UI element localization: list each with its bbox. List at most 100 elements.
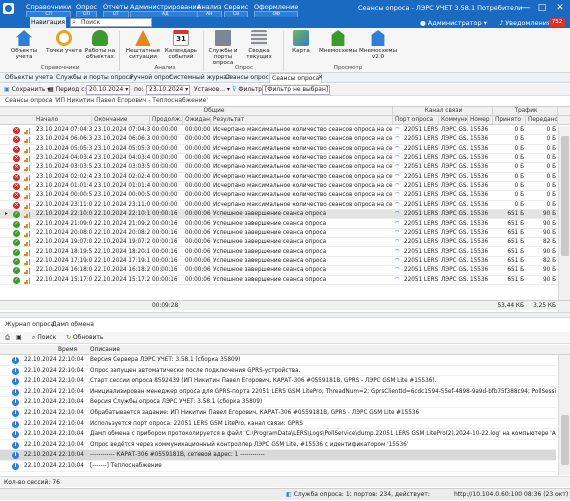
filter-select[interactable]: [Фильтр не выбран] ▾ bbox=[262, 85, 330, 101]
antenna-icon: ⌔ bbox=[394, 144, 401, 153]
cell-result: Исчерпано максимальное количество сеансо… bbox=[213, 127, 393, 133]
col-duration[interactable]: Продолж... bbox=[150, 116, 183, 125]
journal-row[interactable]: i 22.10.2024 22:10:04 Старт сессии опроса … bbox=[0, 376, 556, 387]
menu-admin[interactable]: Администрирование АД bbox=[130, 3, 201, 18]
menu-reports[interactable]: Отчеты ОТ bbox=[103, 3, 129, 18]
table-row[interactable]: 22.10.2024 21:09:0422.10.2024 21:09:2000… bbox=[0, 220, 558, 229]
ribbon-points-button[interactable]: Точки учета bbox=[44, 30, 84, 54]
table-row[interactable]: 23.10.2024 02:02:4823.10.2024 02:02:4800… bbox=[0, 173, 558, 183]
journal-scrollbar[interactable] bbox=[558, 355, 570, 475]
tab-services-ports[interactable]: Службы и порты опроса bbox=[54, 73, 135, 83]
journal-row[interactable]: i 22.10.2024 22:10:04 Опрос ведётся через … bbox=[0, 440, 556, 451]
col-description[interactable]: Описание bbox=[88, 345, 188, 354]
tab-exchange-dump[interactable]: Дамп обмена bbox=[50, 319, 96, 330]
ribbon-mnemo-v2-button[interactable]: Мнемосхемы v2.0 bbox=[358, 30, 398, 60]
date-from-input[interactable]: 20.10.2024 ▾ bbox=[86, 85, 130, 95]
table-row[interactable]: 23.10.2024 05:05:3623.10.2024 05:05:3600… bbox=[0, 145, 558, 154]
menu-appearance[interactable]: Оформление ОФ bbox=[254, 3, 299, 18]
tab-objects[interactable]: Объекты учета bbox=[3, 73, 55, 83]
journal-time: 22.10.2024 22:10:04 bbox=[24, 388, 84, 395]
ribbon-incidents-button[interactable]: Нештатные ситуации bbox=[124, 30, 162, 60]
journal-scroll-thumb[interactable] bbox=[561, 415, 569, 465]
col-start[interactable]: Начало bbox=[34, 116, 92, 125]
maximize-button[interactable]: □ bbox=[535, 2, 549, 14]
table-row[interactable]: 22.10.2024 18:19:5922.10.2024 18:20:1500… bbox=[0, 248, 558, 257]
table-row[interactable]: 22.10.2024 16:18:0922.10.2024 16:18:2500… bbox=[0, 266, 558, 276]
success-icon bbox=[13, 248, 20, 256]
tab-sessions-active[interactable]: Сеансы опроса bbox=[269, 73, 323, 83]
col-rx[interactable]: Принято bbox=[493, 116, 526, 125]
date-to-input[interactable]: 23.10.2024 ▾ bbox=[146, 85, 190, 95]
menu-label: Отчеты bbox=[103, 3, 129, 11]
save-journal-icon[interactable]: ▣ bbox=[16, 333, 22, 343]
grid-scroll-thumb[interactable] bbox=[561, 136, 569, 256]
ribbon-summary-button[interactable]: Сводка текущих bbox=[242, 30, 276, 60]
close-button[interactable]: ✕ bbox=[553, 2, 567, 14]
cell-rx: 651 Б bbox=[507, 220, 524, 227]
col-result[interactable]: Результат bbox=[211, 116, 393, 125]
journal-row[interactable]: i 22.10.2024 22:10:04 Дамп обмена с прибор… bbox=[0, 429, 556, 440]
app-icon[interactable] bbox=[3, 3, 14, 14]
total-duration: 00:09:28 bbox=[152, 303, 179, 309]
journal-row[interactable]: i 22.10.2024 22:10:04 Версия Службы опроса… bbox=[0, 397, 556, 408]
journal-row[interactable]: i 22.10.2024 22:10:04 Инициализирован мене… bbox=[0, 387, 556, 398]
table-row[interactable]: 22.10.2024 20:08:0522.10.2024 20:08:2100… bbox=[0, 229, 558, 239]
cell-start: 23.10.2024 04:03:48 bbox=[36, 155, 92, 162]
table-row[interactable]: 23.10.2024 04:03:4823.10.2024 04:03:4800… bbox=[0, 154, 558, 164]
signal-icon bbox=[24, 164, 31, 172]
col-port[interactable]: Порт опроса bbox=[393, 116, 439, 125]
col-tx[interactable]: Передано bbox=[526, 116, 558, 125]
tab-sessions[interactable]: Сеансы опроса bbox=[223, 73, 274, 83]
col-comm[interactable]: Коммуни... bbox=[439, 116, 468, 125]
menu-reference[interactable]: Справочники СП bbox=[26, 3, 72, 18]
journal-row[interactable]: i 22.10.2024 22:10:04 Используется порт оп… bbox=[0, 419, 556, 430]
cell-duration: 00:00:16 bbox=[152, 211, 178, 218]
journal-refresh-button[interactable]: ↻ Обновить bbox=[66, 333, 103, 343]
cell-tx: 0 Б bbox=[546, 201, 556, 208]
ribbon-mnemo-button[interactable]: Мнемосхемы bbox=[318, 30, 358, 54]
journal-row[interactable]: i 22.10.2024 22:10:04 ------------ КАРАТ-3… bbox=[0, 450, 556, 461]
panel-splitter[interactable] bbox=[0, 312, 570, 318]
search-input[interactable]: ⌕ Поиск bbox=[70, 18, 152, 27]
table-row[interactable]: 23.10.2024 01:01:4623.10.2024 01:01:4600… bbox=[0, 182, 558, 192]
tab-poll-journal[interactable]: Журнал опроса bbox=[3, 319, 56, 330]
document-tabs: Объекты учета Службы и порты опроса Ручн… bbox=[0, 73, 570, 83]
user-menu[interactable]: ● Администратор ▾ bbox=[420, 19, 487, 27]
tab-navigation[interactable]: Навигация bbox=[30, 17, 66, 28]
set-period-button[interactable]: Установ... ▾ bbox=[194, 85, 230, 95]
table-row[interactable]: 23.10.2024 06:06:3123.10.2024 06:06:3100… bbox=[0, 135, 558, 145]
ribbon-services-button[interactable]: Службы и порты опроса bbox=[203, 30, 243, 66]
journal-row[interactable]: i 22.10.2024 22:10:04 Версия Сервера ЛЭРС … bbox=[0, 355, 556, 366]
journal-row[interactable]: i 22.10.2024 22:10:04 Опрос запущен автома… bbox=[0, 366, 556, 377]
journal-row[interactable]: i 22.10.2024 22:10:04 Обрабатывается задан… bbox=[0, 408, 556, 419]
col-wait[interactable]: Ожидание bbox=[183, 116, 211, 125]
cell-end: 22.10.2024 20:08:21 bbox=[94, 229, 150, 236]
row-indicator bbox=[3, 229, 12, 238]
col-end[interactable]: Окончание bbox=[92, 116, 150, 125]
ribbon-calendar-button[interactable]: 31 Календарь событий bbox=[162, 30, 200, 60]
minimize-button[interactable]: — bbox=[519, 2, 533, 14]
table-row[interactable]: 23.10.2024 07:04:3223.10.2024 07:04:3200… bbox=[0, 126, 558, 136]
grid-scrollbar[interactable] bbox=[558, 126, 570, 312]
table-row[interactable]: 23.10.2024 00:00:5723.10.2024 00:00:5700… bbox=[0, 191, 558, 201]
table-row[interactable]: 23.10.2024 03:03:5023.10.2024 03:03:5000… bbox=[0, 163, 558, 173]
ribbon-map-button[interactable]: Карта bbox=[287, 30, 315, 54]
tab-close-icon[interactable]: ✕ bbox=[316, 73, 325, 83]
menu-analysis[interactable]: Анализ АН bbox=[197, 3, 222, 18]
journal-search-button[interactable]: ⌕ Поиск bbox=[32, 333, 56, 343]
cell-comm: ЛЭРС GS... bbox=[441, 127, 468, 133]
print-icon[interactable]: ⎙ bbox=[5, 333, 10, 343]
menu-service[interactable]: Сервис СВ bbox=[224, 3, 249, 18]
ribbon-works-button[interactable]: Работы на объектах bbox=[84, 30, 116, 60]
save-button[interactable]: ▣ Сохранить ▾ bbox=[4, 85, 50, 95]
col-number[interactable]: Номер bbox=[468, 116, 493, 125]
table-row[interactable]: 22.10.2024 23:11:0522.10.2024 23:11:0500… bbox=[0, 201, 558, 211]
table-row[interactable]: 22.10.2024 15:17:0722.10.2024 15:17:2300… bbox=[0, 276, 558, 285]
table-row[interactable]: 22.10.2024 17:19:0322.10.2024 17:19:1900… bbox=[0, 257, 558, 267]
journal-row[interactable]: i 22.10.2024 22:10:04 [-------] Теплоснабж… bbox=[0, 461, 556, 472]
notifications-button[interactable]: ♪ Уведомления bbox=[499, 19, 551, 27]
table-row[interactable]: ▸22.10.2024 22:10:0322.10.2024 22:10:190… bbox=[0, 210, 558, 220]
menu-polling[interactable]: Опрос ОП bbox=[76, 3, 98, 18]
table-row[interactable]: 22.10.2024 19:07:0422.10.2024 19:07:2000… bbox=[0, 238, 558, 248]
ribbon-objects-button[interactable]: Объекты учета bbox=[4, 30, 44, 60]
